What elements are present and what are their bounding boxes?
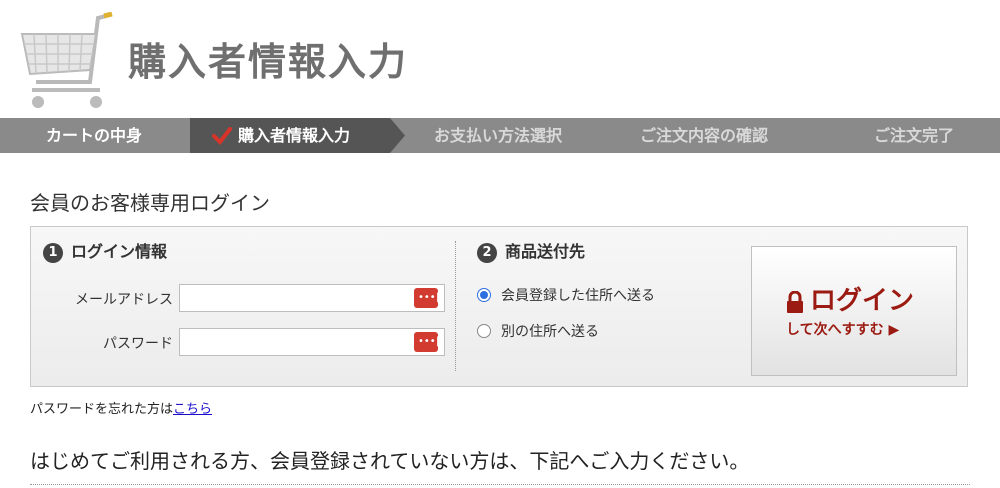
divider-line	[30, 484, 970, 485]
radio-button[interactable]	[477, 324, 491, 338]
password-field[interactable]	[180, 329, 417, 355]
login-button-sublabel: して次へすすむ ▶	[786, 322, 900, 338]
forgot-password-label: パスワードを忘れた方は	[30, 402, 174, 417]
step-buyer-info: 購入者情報入力	[238, 126, 351, 145]
step-payment: お支払い方法選択	[434, 126, 563, 145]
step-number-1: 1	[43, 243, 63, 263]
step-cart: カートの中身	[46, 126, 143, 145]
page-header: 購入者情報入力	[0, 0, 1000, 118]
checkout-step-bar: カートの中身 購入者情報入力 お支払い方法選択 ご注文内容の確認 ご注文完了	[0, 118, 1000, 153]
login-button[interactable]: ログイン して次へすすむ ▶	[751, 246, 957, 376]
page-title: 購入者情報入力	[128, 40, 409, 84]
password-manager-icon[interactable]: •••|	[414, 332, 439, 352]
step-confirm: ご注文内容の確認	[640, 126, 769, 145]
password-label: パスワード	[103, 336, 173, 352]
radio-other-address[interactable]: 別の住所へ送る	[477, 322, 599, 342]
forgot-password-link[interactable]: こちら	[173, 402, 212, 417]
shipping-title: 商品送付先	[505, 242, 586, 261]
radio-registered-address[interactable]: 会員登録した住所へ送る	[477, 286, 655, 306]
step-complete: ご注文完了	[874, 126, 955, 145]
radio-registered-label: 会員登録した住所へ送る	[501, 288, 655, 304]
login-button-label: ログイン	[810, 286, 915, 316]
check-icon	[212, 127, 232, 145]
new-customer-heading: はじめてご利用される方、会員登録されていない方は、下記へご入力ください。	[30, 449, 750, 473]
radio-button-selected[interactable]	[477, 288, 491, 302]
password-manager-icon[interactable]: •••|	[414, 288, 439, 308]
login-section-title: 会員のお客様専用ログイン	[30, 191, 270, 215]
step-number-2: 2	[477, 243, 497, 263]
login-info-heading: 1 ログイン情報	[43, 241, 167, 263]
shipping-heading: 2 商品送付先	[477, 241, 585, 263]
password-field-box: •••|	[179, 328, 445, 356]
forgot-password-text: パスワードを忘れた方はこちら	[30, 400, 212, 420]
column-divider	[455, 241, 456, 371]
email-field[interactable]	[180, 285, 417, 311]
login-info-title: ログイン情報	[71, 242, 168, 261]
lock-icon	[787, 291, 803, 313]
shopping-cart-icon	[20, 12, 113, 108]
login-box: 1 ログイン情報 メールアドレス •••| パスワード •••| 2 商品送付先 会…	[30, 226, 968, 387]
email-field-box: •••|	[179, 284, 445, 312]
radio-other-label: 別の住所へ送る	[501, 324, 599, 340]
email-label: メールアドレス	[75, 292, 173, 308]
